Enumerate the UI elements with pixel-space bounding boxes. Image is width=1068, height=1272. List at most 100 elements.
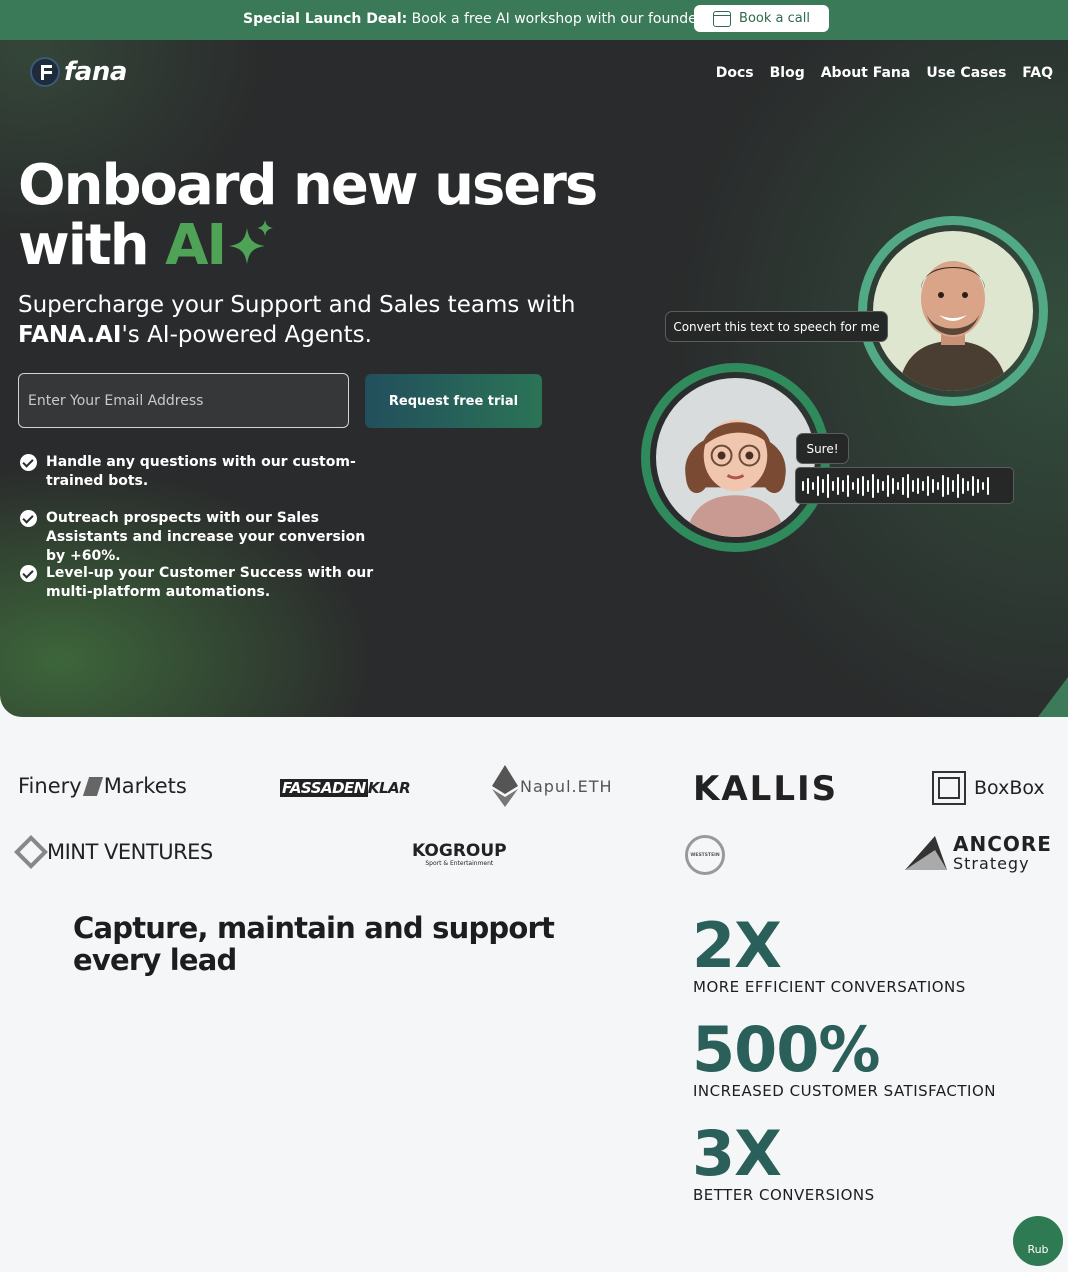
waveform-bar [952,479,954,492]
feature-item: Outreach prospects with our Sales Assist… [20,509,380,566]
waveform-bar [837,476,839,495]
waveform-bar [872,473,874,498]
waveform-bar [832,480,834,491]
headline-line1: Onboard new users [18,153,598,218]
waveform-bar [807,477,809,494]
logo-klar-text: KLAR [367,779,411,797]
nav-about[interactable]: About Fana [821,65,911,81]
chat-bubble-user: Convert this text to speech for me [665,311,888,342]
chat-widget-button[interactable]: Rub [1013,1216,1063,1266]
audio-waveform[interactable] [795,467,1014,504]
waveform-bar [912,479,914,492]
nav-faq[interactable]: FAQ [1022,65,1053,81]
woman-avatar-image [656,378,815,537]
logo-strategy-text: Strategy [953,854,1030,873]
logo-finery-text-b: Markets [103,774,187,798]
logo-finery-markets: Finery Markets [18,774,187,798]
subtitle-post: 's AI-powered Agents. [121,322,372,348]
brand-name: fana [64,57,127,87]
sparkle-icon [229,220,273,264]
promo-message: Book a free AI workshop with our founder… [407,11,710,27]
logo-mint-ventures: MINT VENTURES [14,835,213,869]
hero-headline: Onboard new users with AI [18,156,618,276]
feature-item: Handle any questions with our custom-tra… [20,453,380,491]
waveform-bar [802,480,804,491]
logo-kogroup-sub: Sport & Entertainment [425,860,494,867]
waveform-bar [937,481,939,490]
waveform-bar [857,477,859,494]
waveform-bar [947,476,949,495]
main-nav: Docs Blog About Fana Use Cases FAQ [716,65,1053,81]
waveform-bar [907,473,909,498]
promo-lead: Special Launch Deal: [243,11,408,27]
check-icon [20,454,37,471]
waveform-bar [867,479,869,492]
waveform-bar [892,477,894,494]
waveform-bar [977,478,979,493]
waveform-bar [927,475,929,496]
waveform-bar [812,481,814,490]
logo-ancore-strategy: ANCORE Strategy [905,832,1052,873]
waveform-bar [987,476,989,495]
logo-boxbox: BoxBox [932,771,1045,805]
subtitle-brand: FANA.AI [18,322,122,348]
request-trial-button[interactable]: Request free trial [365,374,542,428]
mint-diamond-icon [14,835,48,869]
waveform-bar [847,474,849,497]
waveform-bar [822,478,824,493]
logo-kogroup: KOGROUP Sport & Entertainment [412,841,507,867]
hero-section: fana Docs Blog About Fana Use Cases FAQ … [0,40,1068,717]
brand-logo[interactable]: fana [30,57,127,87]
logo-fassadenklar: FASSADEN KLAR [280,779,411,797]
waveform-bar [917,477,919,494]
waveform-bar [982,481,984,490]
waveform-bar [827,473,829,498]
nav-docs[interactable]: Docs [716,65,754,81]
hero-corner-accent [1038,677,1068,717]
waveform-bar [862,475,864,496]
stat-value: 3X [692,1117,782,1190]
waveform-bar [902,476,904,495]
logo-finery-text-a: Finery [18,774,82,798]
boxbox-icon [932,771,966,805]
book-call-button[interactable]: Book a call [694,5,829,32]
book-call-label: Book a call [739,11,810,26]
feature-text: Handle any questions with our custom-tra… [46,454,356,489]
logo-boxbox-text: BoxBox [974,777,1045,799]
check-icon [20,510,37,527]
nav-use-cases[interactable]: Use Cases [926,65,1006,81]
headline-ai: AI [165,213,227,278]
nav-blog[interactable]: Blog [770,65,805,81]
waveform-bar [887,474,889,497]
hero-subtitle: Supercharge your Support and Sales teams… [18,290,578,350]
email-input[interactable] [18,373,349,428]
logo-ancore-text: ANCORE [953,832,1052,856]
stat-value: 2X [692,909,782,982]
calendar-icon [713,10,732,27]
ethereum-icon [492,765,518,807]
feature-item: Level-up your Customer Success with our … [20,564,380,602]
chat-widget-label: Rub [1027,1243,1049,1256]
logo-kallis: KALLIS [693,769,839,809]
check-icon [20,565,37,582]
ancore-icon [905,836,947,870]
waveform-bar [852,481,854,490]
waveform-bar [897,481,899,490]
logo-fassaden-text: FASSADEN [280,779,368,797]
logo-weststein: WESTSTEIN [685,835,725,875]
feature-text: Level-up your Customer Success with our … [46,565,374,600]
logo-kogroup-text: KOGROUP [412,841,507,861]
waveform-bar [932,478,934,493]
stat-value: 500% [692,1013,881,1086]
feature-text: Outreach prospects with our Sales Assist… [46,510,366,564]
waveform-bar [972,475,974,496]
headline-with: with [18,213,166,278]
promo-bar: Special Launch Deal: Book a free AI work… [0,0,1068,40]
waveform-bar [957,473,959,498]
waveform-bar [942,474,944,497]
logo-napul-text: Napul.ETH [520,776,613,796]
logo-napul-eth: Napul.ETH [492,765,613,807]
subtitle-pre: Supercharge your Support and Sales teams… [18,292,576,318]
capture-heading: Capture, maintain and support every lead [73,911,555,977]
client-logos: Finery Markets FASSADEN KLAR Napul.ETH KA… [0,717,1068,897]
